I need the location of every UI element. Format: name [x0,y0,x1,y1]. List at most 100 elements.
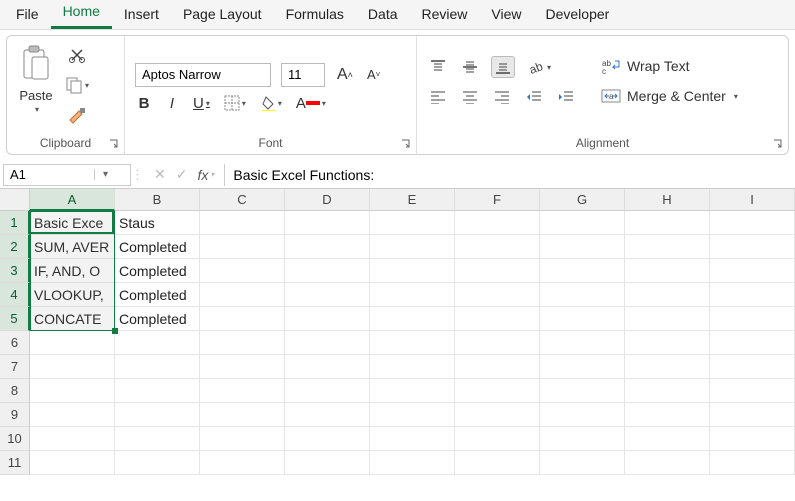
decrease-indent-icon[interactable] [523,88,545,106]
cell[interactable] [625,403,710,427]
cell[interactable] [370,379,455,403]
enter-formula-icon[interactable]: ✓ [172,164,192,185]
cell[interactable] [625,235,710,259]
cell[interactable] [625,283,710,307]
cell[interactable] [455,211,540,235]
cell[interactable] [370,403,455,427]
row-header[interactable]: 2 [0,235,30,259]
cell[interactable] [455,235,540,259]
cell[interactable] [285,355,370,379]
row-header[interactable]: 6 [0,331,30,355]
cell[interactable] [115,379,200,403]
tab-home[interactable]: Home [51,0,112,29]
cell[interactable] [30,403,115,427]
fill-color-button[interactable]: ▾ [258,93,284,113]
cell[interactable] [115,427,200,451]
cell[interactable] [285,451,370,475]
cell[interactable] [285,307,370,331]
insert-function-button[interactable]: fx▾ [193,165,218,185]
cell[interactable] [710,427,795,451]
column-header[interactable]: E [370,189,455,211]
italic-button[interactable]: I [163,93,181,114]
cell[interactable] [455,331,540,355]
orientation-button[interactable]: ab▾ [525,57,553,77]
align-left-icon[interactable] [427,88,449,106]
cell[interactable] [115,451,200,475]
clipboard-launcher[interactable] [108,138,120,150]
cell[interactable]: CONCATE [30,307,115,331]
format-painter-button[interactable] [63,104,91,126]
cell[interactable] [30,331,115,355]
cell[interactable] [625,259,710,283]
cell[interactable]: IF, AND, O [30,259,115,283]
cell[interactable] [285,259,370,283]
cell[interactable] [370,355,455,379]
tab-review[interactable]: Review [410,0,480,29]
font-size-select[interactable]: 11 [281,63,325,87]
cell[interactable]: Staus [115,211,200,235]
column-header[interactable]: H [625,189,710,211]
cell[interactable]: Completed [115,283,200,307]
select-all-corner[interactable] [0,189,30,211]
cut-button[interactable] [63,44,91,66]
cell[interactable] [370,259,455,283]
cell[interactable] [540,259,625,283]
cell[interactable] [200,355,285,379]
cell[interactable] [285,283,370,307]
cell[interactable] [285,403,370,427]
cell[interactable] [540,355,625,379]
name-box[interactable]: ▾ [3,164,131,186]
column-header[interactable]: B [115,189,200,211]
cell[interactable] [455,259,540,283]
cell[interactable] [30,379,115,403]
row-header[interactable]: 8 [0,379,30,403]
cell[interactable] [540,283,625,307]
row-header[interactable]: 5 [0,307,30,331]
cell[interactable] [455,451,540,475]
cell[interactable]: SUM, AVER [30,235,115,259]
fill-handle[interactable] [112,328,118,334]
align-right-icon[interactable] [491,88,513,106]
tab-developer[interactable]: Developer [534,0,622,29]
cell[interactable] [710,331,795,355]
cell[interactable] [625,379,710,403]
paste-button[interactable] [17,42,55,86]
row-header[interactable]: 3 [0,259,30,283]
cell[interactable] [455,403,540,427]
cell[interactable] [455,307,540,331]
alignment-launcher[interactable] [772,138,784,150]
tab-view[interactable]: View [479,0,533,29]
cell[interactable] [540,403,625,427]
column-header[interactable]: C [200,189,285,211]
cell[interactable] [285,211,370,235]
underline-button[interactable]: U▾ [191,93,212,114]
cell[interactable] [370,235,455,259]
cell[interactable] [30,427,115,451]
cell[interactable] [200,235,285,259]
cell[interactable] [540,307,625,331]
cell[interactable] [710,451,795,475]
cell[interactable] [200,331,285,355]
cell[interactable] [285,427,370,451]
cell[interactable] [710,307,795,331]
column-header[interactable]: F [455,189,540,211]
font-color-button[interactable]: A▾ [294,93,328,114]
cell[interactable] [455,427,540,451]
cell[interactable] [200,283,285,307]
cell[interactable] [370,283,455,307]
name-box-input[interactable] [4,167,94,182]
cell[interactable] [540,427,625,451]
tab-formulas[interactable]: Formulas [274,0,356,29]
column-header[interactable]: D [285,189,370,211]
cell[interactable] [455,379,540,403]
tab-page-layout[interactable]: Page Layout [171,0,274,29]
formula-input[interactable] [224,164,795,186]
row-header[interactable]: 9 [0,403,30,427]
name-box-dropdown[interactable]: ▾ [94,169,116,180]
cell[interactable] [625,211,710,235]
cell[interactable] [540,235,625,259]
cell[interactable] [200,403,285,427]
cell[interactable] [710,403,795,427]
cell[interactable]: Completed [115,259,200,283]
cell[interactable] [370,331,455,355]
